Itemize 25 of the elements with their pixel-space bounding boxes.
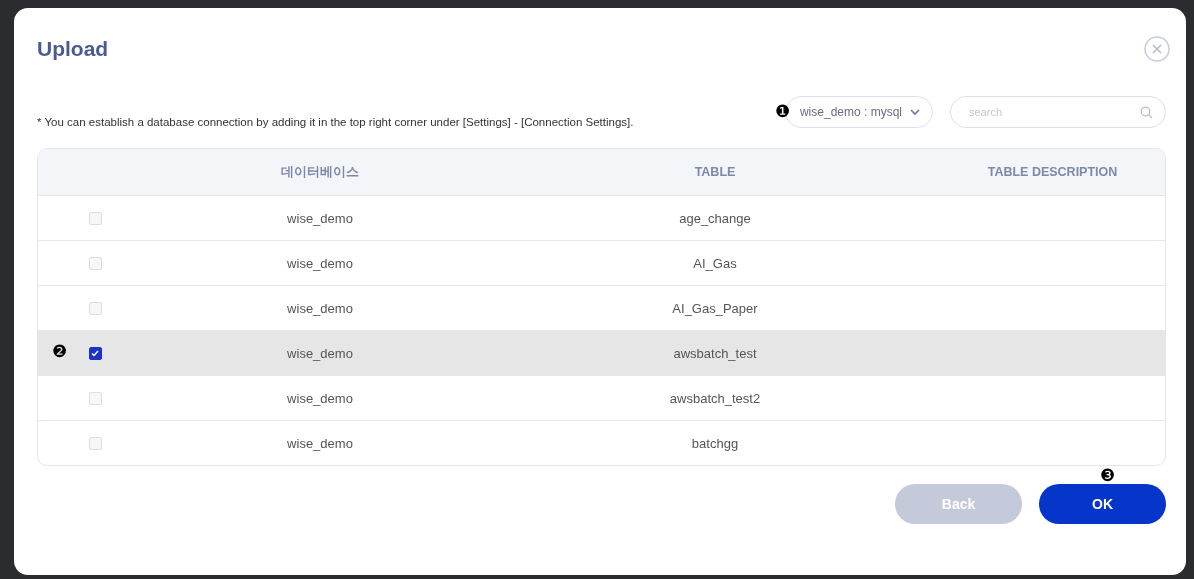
- table-cell: AI_Gas_Paper: [672, 300, 758, 316]
- column-header: 데이터베이스: [280, 163, 360, 181]
- table-cell: AI_Gas: [693, 255, 737, 271]
- table-cell: wise_demo: [287, 345, 353, 361]
- column-header: TABLE DESCRIPTION: [986, 164, 1119, 181]
- table-cell: wise_demo: [287, 435, 353, 451]
- column-header: TABLE: [693, 164, 737, 181]
- close-icon[interactable]: [1144, 36, 1170, 62]
- table-cell: wise_demo: [287, 300, 353, 316]
- table-cell: awsbatch_test2: [669, 390, 761, 406]
- chevron-down-icon: [910, 108, 920, 116]
- callout-number: ❸: [1100, 467, 1116, 484]
- callout-number: ❷: [52, 343, 68, 360]
- table-cell: batchgg: [691, 435, 739, 451]
- ok-button[interactable]: OK: [1039, 484, 1166, 524]
- table-cell: age_change: [679, 210, 751, 226]
- search-field[interactable]: search: [950, 96, 1166, 128]
- table-cell: wise_demo: [287, 210, 353, 226]
- search-icon: [1140, 106, 1153, 119]
- checkbox[interactable]: [88, 346, 102, 360]
- table-cell: wise_demo: [287, 255, 353, 271]
- table-cell: wise_demo: [287, 390, 353, 406]
- table-cell: awsbatch_test: [673, 345, 757, 361]
- dialog-title: Upload: [37, 37, 109, 61]
- notice-text: * You can establish a database connection by adding it in the top right corner under [Settings] - [Connection Settings].: [37, 116, 634, 128]
